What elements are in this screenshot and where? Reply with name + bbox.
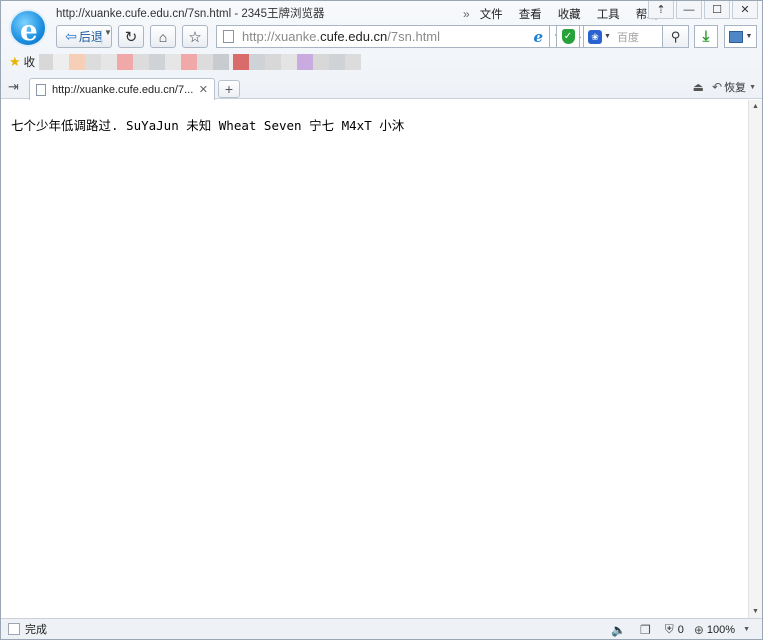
browser-chrome: e http://xuanke.cufe.edu.cn/7sn.html - 2… xyxy=(1,1,762,100)
zoom-level[interactable]: 100% xyxy=(707,624,735,636)
maximize-icon: ☐ xyxy=(712,4,722,16)
home-icon: ⌂ xyxy=(158,28,168,45)
url-suffix: /7sn.html xyxy=(387,29,441,44)
chevron-down-icon[interactable]: ▼ xyxy=(743,626,750,633)
minimize-icon: — xyxy=(683,3,695,16)
close-button[interactable]: ✕ xyxy=(732,1,758,19)
search-input[interactable]: 百度 xyxy=(617,29,639,45)
refresh-button[interactable]: ↻ xyxy=(118,25,144,48)
tab-close-icon[interactable]: ✕ xyxy=(199,83,208,96)
tools-icon xyxy=(728,30,743,43)
back-arrow-icon: ⇦ xyxy=(65,28,77,44)
baidu-paw-icon[interactable]: ❀ xyxy=(588,29,602,44)
download-button[interactable]: ⤓ xyxy=(694,25,718,48)
chevron-down-icon: ▼ xyxy=(745,33,753,40)
sidebar-toggle-icon[interactable]: ⇥ xyxy=(8,79,19,95)
menu-bar: » 文件 查看 收藏 工具 帮助 xyxy=(463,5,675,23)
scroll-up-icon[interactable]: ▲ xyxy=(752,103,759,110)
back-button[interactable]: ⇦ 后退 ▼ xyxy=(56,25,112,48)
tab-title: http://xuanke.cufe.edu.cn/7... xyxy=(52,83,194,96)
search-engine-dropdown-icon[interactable]: ▼ xyxy=(604,33,611,40)
tab-bar-right: ⏏ ↶ 恢复 ▼ xyxy=(693,79,756,95)
tab-bar: ⇥ http://xuanke.cufe.edu.cn/7... ✕ + ⏏ ↶… xyxy=(1,75,762,100)
page-icon xyxy=(36,83,46,96)
chevron-down-icon[interactable]: ▼ xyxy=(749,84,756,91)
adblock-shield-icon[interactable]: ⛨ xyxy=(665,622,674,637)
back-history-dropdown-icon[interactable]: ▼ xyxy=(104,28,112,37)
page-status-icon xyxy=(8,623,20,635)
scroll-down-icon[interactable]: ▼ xyxy=(752,608,759,615)
tools-menu-button[interactable]: ▼ xyxy=(724,25,757,48)
shield-icon: ✓ xyxy=(561,29,575,44)
browser-window: e http://xuanke.cufe.edu.cn/7sn.html - 2… xyxy=(0,0,763,640)
status-text: 完成 xyxy=(25,624,47,636)
menu-favorites[interactable]: 收藏 xyxy=(558,6,581,22)
plus-icon: + xyxy=(224,81,234,97)
page-content: 七个少年低调路过. SuYaJun 未知 Wheat Seven 宁七 M4xT… xyxy=(1,100,748,618)
page-icon xyxy=(223,30,234,43)
favorites-label[interactable]: 收 xyxy=(24,54,36,70)
zoom-icon[interactable]: ⊕ xyxy=(694,623,704,637)
maximize-button[interactable]: ☐ xyxy=(704,1,730,19)
speaker-icon[interactable]: 🔈 xyxy=(611,623,626,637)
refresh-icon: ↻ xyxy=(124,28,138,46)
menu-file[interactable]: 文件 xyxy=(480,6,503,22)
pin-icon: ⇡ xyxy=(656,4,666,16)
vertical-scrollbar[interactable]: ▲ ▼ xyxy=(748,100,762,618)
address-bar[interactable]: http://xuanke.cufe.edu.cn/7sn.html e xyxy=(216,25,550,48)
status-bar-right: 🔈 ❐ ⛨ 0 ⊕ 100% ▼ xyxy=(611,622,750,637)
favorites-star-icon[interactable]: ★ xyxy=(9,54,21,70)
search-button[interactable]: ⚲ xyxy=(663,25,689,48)
home-button[interactable]: ⌂ xyxy=(150,25,176,48)
download-icon: ⤓ xyxy=(702,28,710,45)
star-icon: ☆ xyxy=(188,28,202,46)
status-bar: 完成 🔈 ❐ ⛨ 0 ⊕ 100% ▼ xyxy=(1,618,762,639)
new-tab-button[interactable]: + xyxy=(218,80,240,98)
url-prefix: http://xuanke. xyxy=(242,29,321,44)
restore-tab-label[interactable]: 恢复 xyxy=(724,79,746,95)
pin-window-button[interactable]: ⇡ xyxy=(648,1,674,19)
url-domain: cufe.edu.cn xyxy=(320,29,388,44)
favorites-bar: ★ 收 xyxy=(9,52,35,72)
page-body-text: 七个少年低调路过. SuYaJun 未知 Wheat Seven 宁七 M4xT… xyxy=(11,118,405,133)
browser-logo-icon[interactable]: e xyxy=(9,9,47,47)
clean-icon[interactable]: ⏏ xyxy=(693,80,704,94)
close-icon: ✕ xyxy=(740,4,750,16)
menu-overflow-icon[interactable]: » xyxy=(463,7,470,21)
url-text[interactable]: http://xuanke.cufe.edu.cn/7sn.html xyxy=(242,29,533,44)
window-title: http://xuanke.cufe.edu.cn/7sn.html - 234… xyxy=(56,8,325,20)
menu-tools[interactable]: 工具 xyxy=(597,6,620,22)
back-label: 后退 xyxy=(78,30,103,44)
search-box[interactable]: ❀ ▼ 百度 xyxy=(583,25,663,48)
undo-icon[interactable]: ↶ xyxy=(712,80,722,94)
tab-active[interactable]: http://xuanke.cufe.edu.cn/7... ✕ xyxy=(29,78,215,100)
window-controls: ⇡ — ☐ ✕ xyxy=(646,1,758,19)
favorites-items-obscured xyxy=(39,54,361,70)
window-icon[interactable]: ❐ xyxy=(640,623,651,637)
blocked-count: 0 xyxy=(677,623,684,636)
bookmark-button[interactable]: ☆ xyxy=(182,25,208,48)
ie-compat-icon[interactable]: e xyxy=(533,28,543,46)
minimize-button[interactable]: — xyxy=(676,1,702,19)
search-icon: ⚲ xyxy=(670,28,681,44)
menu-view[interactable]: 查看 xyxy=(519,6,542,22)
safe-browsing-button[interactable]: ✓ xyxy=(556,25,580,48)
back-divider xyxy=(101,30,102,44)
